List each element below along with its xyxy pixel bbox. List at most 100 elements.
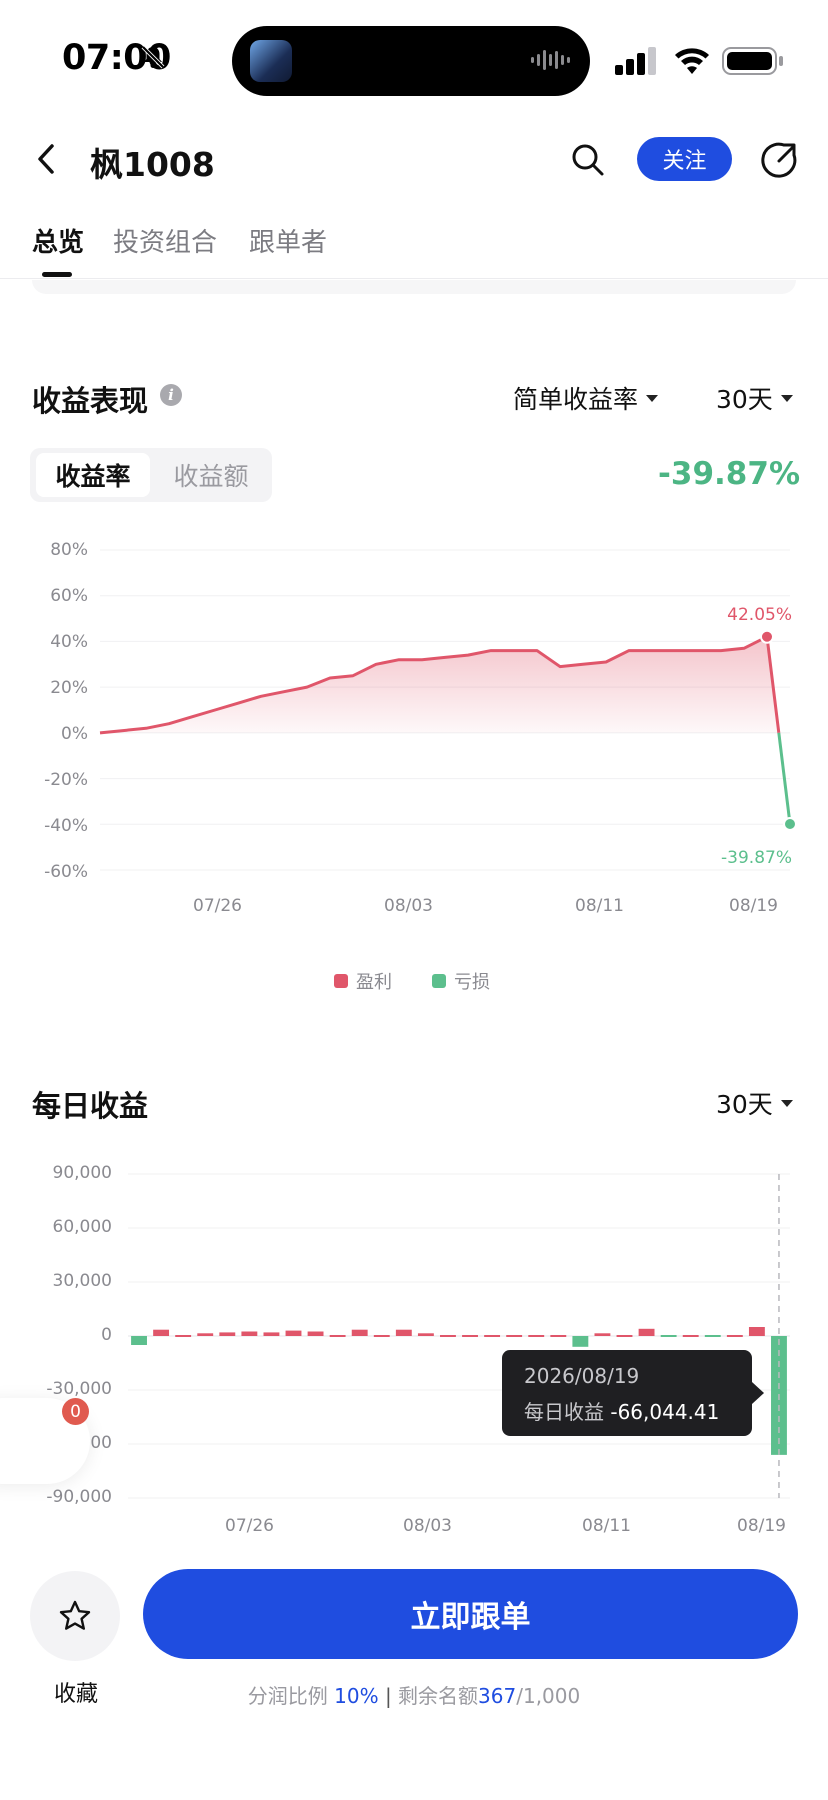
follow-now-button[interactable]: 立即跟单 <box>143 1569 798 1659</box>
tab-active-indicator <box>42 272 72 277</box>
segment-return-amount[interactable]: 收益额 <box>155 453 267 497</box>
tab-followers[interactable]: 跟单者 <box>249 222 327 259</box>
favorite-button[interactable] <box>30 1571 120 1661</box>
y-tick-label: 90,000 <box>52 1163 112 1183</box>
daily-bar <box>594 1333 611 1336</box>
daily-bar <box>219 1332 236 1336</box>
peak-value-label: 42.05% <box>727 605 792 625</box>
star-icon <box>59 1600 91 1630</box>
return-rate-chart <box>98 549 797 871</box>
daily-period-dropdown[interactable]: 30天 <box>716 1085 793 1121</box>
share-ratio-label: 分润比例 <box>247 1684 328 1708</box>
daily-bar <box>440 1335 456 1337</box>
tooltip-row: 每日收益 -66,044.41 <box>524 1396 730 1425</box>
data-point <box>236 701 240 705</box>
metric-dropdown[interactable]: 简单收益率 <box>513 380 659 416</box>
tooltip-arrow <box>752 1382 764 1404</box>
data-point <box>742 646 746 650</box>
data-point <box>397 658 401 662</box>
y-tick-label: 80% <box>50 540 88 560</box>
y-tick-label: -60% <box>44 862 88 882</box>
data-point <box>144 726 148 730</box>
card-bottom-edge <box>32 280 796 294</box>
y-tick-label: 60,000 <box>52 1217 112 1237</box>
live-activity-avatar <box>250 40 292 82</box>
data-point <box>719 649 723 653</box>
daily-bar <box>395 1329 412 1336</box>
daily-bar <box>417 1333 434 1336</box>
daily-bar <box>484 1335 501 1337</box>
x-tick-label: 08/11 <box>582 1516 631 1536</box>
tab-overview[interactable]: 总览 <box>32 222 84 259</box>
x-tick-label: 07/26 <box>193 896 242 916</box>
data-point <box>466 653 470 657</box>
y-tick-label: -20% <box>44 770 88 790</box>
mute-bell-icon <box>141 45 165 69</box>
end-value-label: -39.87% <box>721 848 792 868</box>
notification-badge: 0 <box>62 1398 89 1425</box>
data-point <box>604 660 608 664</box>
performance-period-dropdown[interactable]: 30天 <box>716 380 793 416</box>
share-ratio-value: 10% <box>334 1684 379 1708</box>
y-tick-label: 40% <box>50 632 88 652</box>
data-point <box>121 729 125 733</box>
search-icon[interactable] <box>570 142 606 178</box>
daily-bar <box>660 1335 677 1337</box>
info-icon[interactable]: i <box>160 384 182 406</box>
tab-portfolio[interactable]: 投资组合 <box>113 222 217 259</box>
y-tick-label: 00 <box>90 1433 112 1453</box>
x-tick-label: 08/03 <box>403 1516 452 1536</box>
data-point <box>98 731 102 735</box>
loss-swatch <box>432 974 446 988</box>
page-title: 枫1008 <box>90 145 215 184</box>
follow-button[interactable]: 关注 <box>637 137 732 181</box>
battery-icon <box>722 47 783 75</box>
cellular-signal-icon <box>615 47 656 75</box>
chevron-down-icon <box>780 394 793 402</box>
audio-wave-icon <box>531 50 570 70</box>
data-point <box>696 649 700 653</box>
y-tick-label: 0% <box>61 724 88 744</box>
daily-bar <box>373 1335 390 1337</box>
back-arrow-icon[interactable] <box>34 142 58 176</box>
tooltip-date: 2026/08/19 <box>524 1364 640 1388</box>
daily-bar <box>638 1328 655 1336</box>
x-tick-label: 08/19 <box>729 896 778 916</box>
daily-bar <box>153 1329 170 1336</box>
y-tick-label: -40% <box>44 816 88 836</box>
performance-title: 收益表现 <box>32 384 149 418</box>
tab-divider <box>0 278 828 279</box>
daily-period-label: 30天 <box>716 1090 773 1119</box>
profit-swatch <box>334 974 348 988</box>
x-tick-label: 08/03 <box>384 896 433 916</box>
data-point <box>374 662 378 666</box>
tooltip-value: -66,044.41 <box>610 1400 720 1424</box>
y-tick-label: 0 <box>101 1325 112 1345</box>
daily-bar <box>550 1335 567 1337</box>
x-tick-label: 08/11 <box>575 896 624 916</box>
legend-profit: 盈利 <box>334 968 392 994</box>
chevron-down-icon <box>646 394 659 402</box>
data-point <box>489 649 493 653</box>
data-point <box>627 649 631 653</box>
y-tick-label: 30,000 <box>52 1271 112 1291</box>
data-point <box>581 662 585 666</box>
share-icon[interactable] <box>760 140 800 180</box>
chevron-down-icon <box>780 1099 793 1107</box>
daily-bar <box>682 1335 699 1337</box>
segment-return-rate[interactable]: 收益率 <box>36 453 150 497</box>
data-point <box>213 708 217 712</box>
wifi-icon <box>675 48 709 74</box>
data-point <box>420 658 424 662</box>
data-point <box>282 690 286 694</box>
daily-bar <box>307 1331 324 1336</box>
remaining-value: 367 <box>478 1684 517 1708</box>
data-point <box>558 665 562 669</box>
daily-bar <box>329 1335 346 1337</box>
data-point <box>512 649 516 653</box>
y-tick-label: -90,000 <box>46 1487 112 1507</box>
remaining-total: /1,000 <box>516 1684 581 1708</box>
data-point <box>167 722 171 726</box>
legend-profit-label: 盈利 <box>356 972 392 993</box>
remaining-label: 剩余名额 <box>398 1684 479 1708</box>
